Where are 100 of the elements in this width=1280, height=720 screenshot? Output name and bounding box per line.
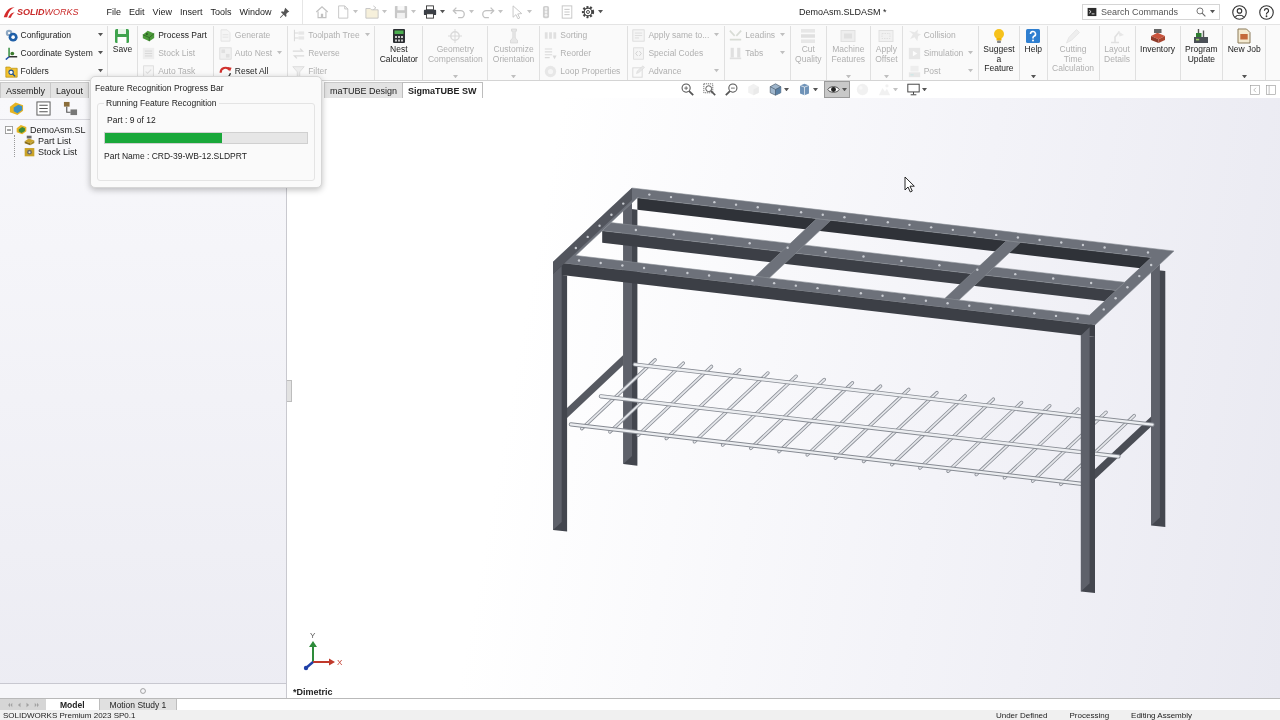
ribbon-button[interactable]: Configuration <box>1 26 106 44</box>
view-button[interactable] <box>722 81 741 98</box>
reverse-arrows-icon <box>292 46 306 60</box>
crosshair-icon <box>447 28 464 44</box>
caret-icon[interactable] <box>598 10 604 14</box>
ribbon-button[interactable]: Program Update <box>1182 26 1221 80</box>
frame-icon <box>840 28 857 44</box>
dialog-title: Feature Recognition Progress Bar <box>95 83 225 93</box>
caret-icon[interactable] <box>97 69 103 73</box>
view-orientation-label: *Dimetric <box>293 687 333 697</box>
axis-label: X <box>337 658 343 667</box>
view-button[interactable] <box>678 81 697 98</box>
view-button[interactable] <box>904 81 930 98</box>
machine-icon <box>1193 28 1210 44</box>
logo-icon <box>3 6 15 18</box>
command-tab[interactable]: Assembly <box>0 82 51 98</box>
status-text: Editing Assembly <box>1131 711 1192 720</box>
ribbon-button[interactable]: Coordinate System <box>1 44 106 62</box>
terminal-icon <box>1087 7 1097 17</box>
graphics-area[interactable]: Y X *Dimetric <box>287 98 1280 698</box>
boxes-icon <box>1149 28 1166 44</box>
menu-item[interactable]: Tools <box>206 4 236 20</box>
search-input[interactable]: Search Commands <box>1101 7 1192 17</box>
caret-icon[interactable] <box>97 51 103 55</box>
window-title: DemoAsm.SLDASM * <box>797 7 888 17</box>
help-icon <box>1025 28 1042 44</box>
ribbon-button[interactable]: Folders <box>1 62 106 80</box>
menu-item[interactable]: Edit <box>125 4 149 20</box>
caret-icon[interactable] <box>813 87 818 92</box>
caret-icon[interactable] <box>1241 74 1247 78</box>
command-tab[interactable]: SigmaTUBE SW <box>402 82 483 98</box>
list-icon <box>142 46 156 60</box>
ribbon-button[interactable]: Nest Calculator <box>376 26 421 80</box>
ribbon-button[interactable]: Process Part <box>139 26 212 44</box>
caret-icon[interactable] <box>1210 10 1215 14</box>
view-button[interactable] <box>700 81 719 98</box>
search-icon[interactable] <box>1196 7 1206 17</box>
cursor-icon <box>904 176 915 193</box>
help-icon[interactable] <box>1259 4 1274 20</box>
search-field[interactable]: Search Commands <box>1082 4 1220 20</box>
menu-item[interactable]: Insert <box>175 4 207 20</box>
circles-icon <box>4 28 18 42</box>
reorder-list-icon <box>544 46 558 60</box>
tree-item[interactable]: Part List <box>24 135 71 146</box>
collapse-icon[interactable] <box>5 125 13 134</box>
status-text: Processing <box>1069 711 1110 720</box>
layers-icon <box>800 28 817 44</box>
filter-icon <box>292 64 306 78</box>
user-icon[interactable] <box>1232 4 1247 20</box>
calculator-icon <box>390 28 407 44</box>
document-icon <box>632 28 646 42</box>
caret-icon[interactable] <box>440 10 446 14</box>
lamp-icon <box>1109 28 1126 44</box>
axis-triad-icon <box>303 641 335 671</box>
cube-icon <box>769 83 782 96</box>
caret-icon[interactable] <box>784 87 789 92</box>
pin-icon[interactable] <box>279 6 291 18</box>
axis-label: Y <box>310 631 316 640</box>
menu-item[interactable]: View <box>148 4 176 20</box>
printer-icon[interactable] <box>423 5 438 19</box>
caret-icon[interactable] <box>842 87 847 92</box>
menu-item[interactable]: Window <box>235 4 276 20</box>
stock-icon <box>24 146 35 157</box>
settings-icon[interactable] <box>581 5 596 19</box>
assembly-icon <box>16 124 27 135</box>
caret-icon[interactable] <box>922 87 927 92</box>
ribbon-button[interactable]: Inventory <box>1137 26 1179 80</box>
group-label: Running Feature Recognition <box>105 98 218 108</box>
status-text: Under Defined <box>995 711 1048 720</box>
property-list-icon[interactable] <box>36 101 51 116</box>
caret-icon[interactable] <box>1030 74 1036 78</box>
panel-icon[interactable] <box>1266 84 1276 95</box>
menu-item[interactable]: File <box>102 4 126 20</box>
splitter-handle[interactable] <box>287 380 292 402</box>
ring-icon[interactable] <box>140 688 146 694</box>
command-tab[interactable]: maTUBE Design <box>324 82 404 98</box>
panel-toggle-icon[interactable] <box>1250 84 1260 95</box>
new-document-icon <box>1236 28 1253 44</box>
tree-icon <box>292 28 306 42</box>
code-document-icon <box>632 46 646 60</box>
grid-icon <box>218 46 232 60</box>
edit-icon <box>632 64 646 78</box>
view-button[interactable] <box>824 81 850 98</box>
tree-item[interactable]: Stock List <box>24 146 77 157</box>
status-text: SOLIDWORKS Premium 2023 SP0.1 <box>3 711 136 720</box>
part-name: Part Name : CRD-39-WB-12.SLDPRT <box>104 151 248 161</box>
ribbon-button[interactable]: Help <box>1021 26 1046 80</box>
eye-icon <box>827 83 840 96</box>
ribbon-button[interactable]: New Job <box>1224 26 1264 80</box>
axes-icon <box>4 46 18 60</box>
device-icon <box>907 64 921 78</box>
lead-lines-icon <box>729 28 743 42</box>
command-tab[interactable]: Layout <box>50 82 90 98</box>
assembly-icon[interactable] <box>9 101 24 116</box>
tree-item[interactable]: DemoAsm.SL <box>16 124 86 135</box>
folder-search-icon <box>4 64 18 78</box>
checklist-icon <box>142 64 156 78</box>
caret-icon[interactable] <box>97 33 103 37</box>
ribbon-button[interactable]: Suggest a Feature <box>980 26 1018 80</box>
configuration-tree-icon[interactable] <box>63 101 78 116</box>
